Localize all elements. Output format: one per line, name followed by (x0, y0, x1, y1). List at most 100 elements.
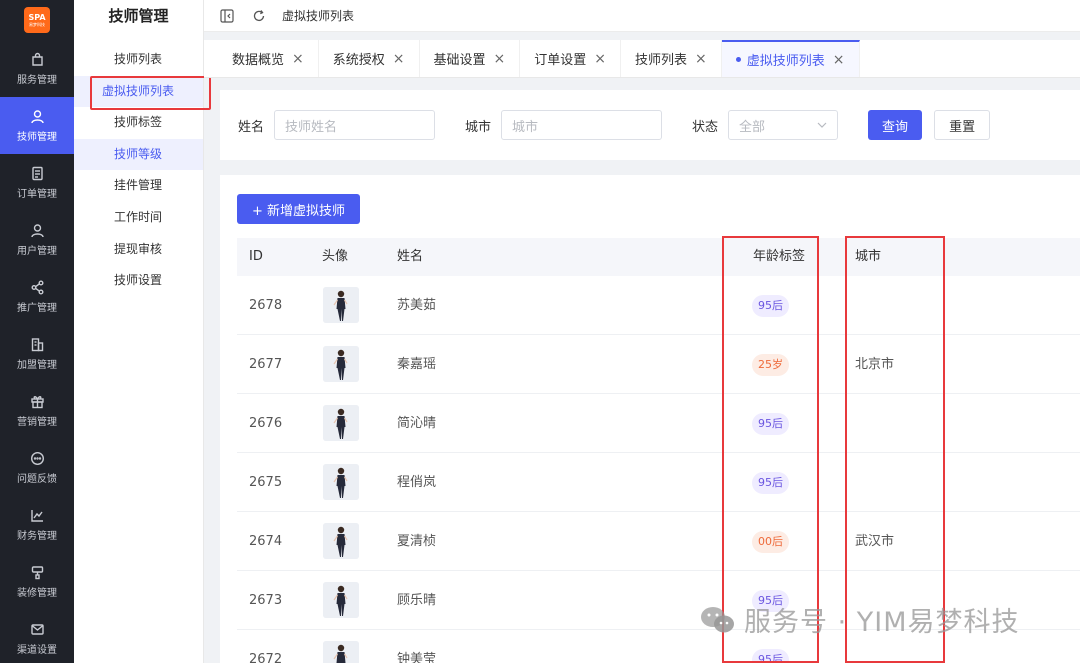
table-row[interactable]: 2678 苏美茹 95后 (237, 276, 1080, 335)
tab-1[interactable]: 系统授权 × (319, 40, 420, 77)
spa-logo[interactable]: SPA 易梦科技 (24, 7, 50, 33)
tab-3[interactable]: 订单设置 × (520, 40, 621, 77)
wechat-icon (701, 606, 734, 632)
tab-4[interactable]: 技师列表 × (621, 40, 722, 77)
nav-rail-label: 加盟管理 (17, 359, 57, 371)
search-button[interactable]: 查询 (868, 110, 923, 140)
nav-rail-item-6[interactable]: 营销管理 (0, 382, 74, 439)
close-icon[interactable]: × (494, 51, 506, 67)
cell-id: 2674 (249, 534, 283, 549)
logo-subtext: 易梦科技 (29, 21, 45, 27)
add-virtual-technician-button[interactable]: + 新增虚拟技师 (237, 194, 361, 224)
technician-photo-icon (323, 582, 359, 618)
tab-2[interactable]: 基础设置 × (420, 40, 521, 77)
nav-rail-item-8[interactable]: 财务管理 (0, 496, 74, 553)
sub-menu-item-2[interactable]: 技师标签 (74, 107, 203, 139)
cell-name: 秦嘉瑶 (397, 357, 437, 372)
tab-label: 系统授权 (332, 53, 385, 68)
user-icon (30, 109, 44, 123)
nav-rail-item-5[interactable]: 加盟管理 (0, 325, 74, 382)
nav-rail-label: 订单管理 (17, 188, 57, 200)
nav-rail-label: 装修管理 (17, 587, 57, 599)
name-input[interactable]: 技师姓名 (274, 110, 436, 140)
nav-rail-label: 服务管理 (17, 74, 57, 86)
avatar (323, 523, 359, 559)
person-icon (30, 223, 44, 237)
share-icon (31, 280, 43, 294)
col-id: ID (249, 249, 263, 264)
tab-5[interactable]: 虚拟技师列表 × (721, 40, 860, 77)
sub-menu-title: 技师管理 (108, 7, 169, 25)
tab-label: 技师列表 (635, 53, 688, 68)
table-row[interactable]: 2676 简沁晴 95后 (237, 394, 1080, 453)
avatar (323, 405, 359, 441)
cell-id: 2672 (249, 652, 283, 663)
city-input[interactable]: 城市 (501, 110, 663, 140)
sub-menu-item-5[interactable]: 工作时间 (74, 202, 203, 234)
table-row[interactable]: 2677 秦嘉瑶 25岁 北京市 (237, 335, 1080, 394)
nav-rail-item-1[interactable]: 技师管理 (0, 97, 74, 154)
mail-icon (30, 623, 44, 635)
sub-menu-item-7[interactable]: 技师设置 (74, 265, 203, 297)
cell-id: 2678 (249, 298, 283, 313)
nav-rail-item-4[interactable]: 推广管理 (0, 268, 74, 325)
table-panel: + 新增虚拟技师 ID 头像 姓名 年龄标签 城市 2678 苏美茹 95后 2677… (220, 175, 1080, 663)
refresh-icon[interactable] (252, 9, 266, 23)
close-icon[interactable]: × (695, 51, 707, 67)
technician-photo-icon (323, 523, 359, 559)
nav-rail-label: 营销管理 (17, 416, 57, 428)
building-icon (31, 337, 43, 351)
nav-rail-item-2[interactable]: 订单管理 (0, 154, 74, 211)
technician-photo-icon (323, 405, 359, 441)
logo-text: SPA (28, 12, 46, 22)
nav-rail-label: 技师管理 (17, 131, 57, 143)
brush-icon (31, 565, 43, 579)
nav-rail-item-10[interactable]: 渠道设置 (0, 610, 74, 663)
highlight-box-virtual-list (90, 76, 211, 110)
cell-name: 顾乐晴 (397, 593, 437, 608)
filter-panel: 姓名 技师姓名 城市 城市 状态 全部 查询 重置 (220, 90, 1080, 160)
chat-icon (30, 451, 44, 465)
active-dot-icon (735, 57, 741, 62)
nav-rail-item-7[interactable]: 问题反馈 (0, 439, 74, 496)
collapse-sidebar-icon[interactable] (220, 8, 234, 23)
technician-photo-icon (323, 346, 359, 382)
avatar (323, 464, 359, 500)
name-label: 姓名 (238, 119, 265, 135)
cell-id: 2675 (249, 475, 283, 490)
nav-rail-item-3[interactable]: 用户管理 (0, 211, 74, 268)
sub-menu-item-6[interactable]: 提现审核 (74, 234, 203, 266)
sub-menu-item-0[interactable]: 技师列表 (74, 44, 203, 76)
reset-button[interactable]: 重置 (934, 110, 991, 140)
status-select[interactable]: 全部 (728, 110, 839, 140)
top-bar: 虚拟技师列表 (204, 0, 1080, 32)
tab-0[interactable]: 数据概览 × (218, 40, 319, 77)
nav-rail-item-9[interactable]: 装修管理 (0, 553, 74, 610)
close-icon[interactable]: × (594, 51, 606, 67)
cell-name: 简沁晴 (397, 416, 437, 431)
nav-rail-item-0[interactable]: 服务管理 (0, 40, 74, 97)
tab-label: 虚拟技师列表 (746, 54, 825, 69)
document-icon (31, 166, 43, 180)
avatar (323, 287, 359, 323)
close-icon[interactable]: × (292, 51, 304, 67)
cell-name: 程俏岚 (397, 475, 437, 490)
table-header: ID 头像 姓名 年龄标签 城市 (237, 238, 1080, 276)
chart-icon (30, 509, 43, 522)
tab-bar: 数据概览 × 系统授权 × 基础设置 × 订单设置 × 技师列表 × 虚拟技师列表 × (204, 40, 1080, 78)
sub-menu-item-3[interactable]: 技师等级 (74, 138, 203, 171)
col-name: 姓名 (397, 249, 424, 264)
close-icon[interactable]: × (833, 52, 845, 68)
avatar (323, 346, 359, 382)
sub-menu-item-4[interactable]: 挂件管理 (74, 170, 203, 202)
nav-rail-label: 财务管理 (17, 530, 57, 542)
gift-icon (30, 395, 44, 408)
table-row[interactable]: 2675 程俏岚 95后 (237, 453, 1080, 512)
chevron-down-icon (817, 122, 827, 128)
close-icon[interactable]: × (393, 51, 405, 67)
city-label: 城市 (465, 119, 492, 135)
nav-rail-label: 问题反馈 (17, 473, 57, 485)
nav-rail-label: 推广管理 (17, 302, 57, 314)
status-select-value: 全部 (739, 119, 766, 135)
table-row[interactable]: 2674 夏清桢 00后 武汉市 (237, 512, 1080, 571)
